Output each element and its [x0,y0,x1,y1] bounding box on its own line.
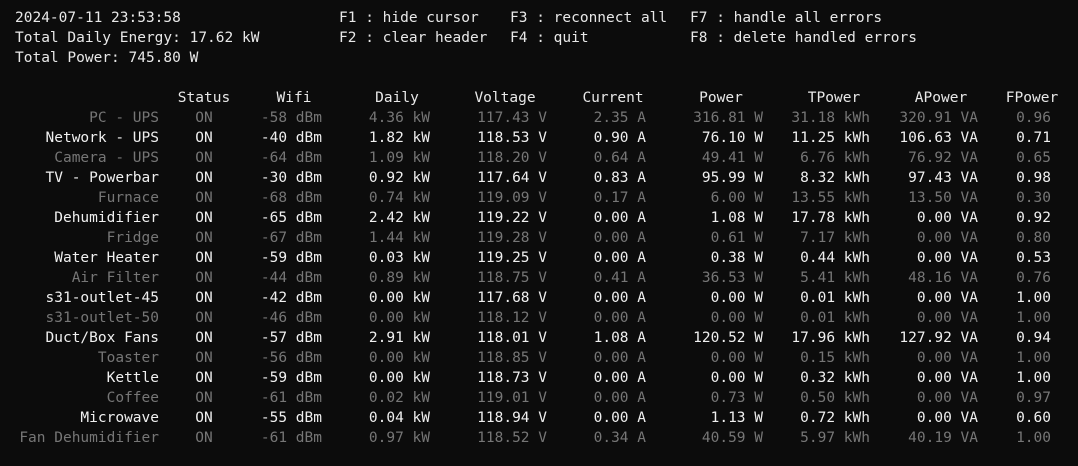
device-name: Duct/Box Fans [45,330,160,346]
cell-fpower: 0.30 [1016,190,1051,206]
cell-fpower: 0.71 [1016,130,1051,146]
cell-fpower: 0.96 [1016,110,1051,126]
cell-fpower: 0.60 [1016,410,1051,426]
column-header-fpower: FPower [1005,90,1059,106]
column-header-tpower: TPower [807,90,861,106]
device-name: s31-outlet-50 [45,310,160,326]
device-name: Water Heater [54,250,159,266]
device-name: Network - UPS [45,130,160,146]
hotkey-quit[interactable]: F4 : quit [510,28,589,48]
device-name: Coffee [106,390,159,406]
cell-fpower: 1.00 [1016,350,1051,366]
device-name: TV - Powerbar [45,170,160,186]
hotkey-delete-handled-errors[interactable]: F8 : delete handled errors [690,28,917,48]
hotkey-handle-all-errors[interactable]: F7 : handle all errors [690,8,882,28]
device-name: Kettle [106,370,159,386]
device-name: Furnace [97,190,159,206]
column-header-current: Current [582,90,644,106]
total-daily-energy: Total Daily Energy: 17.62 kW [15,30,260,46]
hotkey-clear-header[interactable]: F2 : clear header [339,28,487,48]
cell-fpower: 0.76 [1016,270,1051,286]
column-header-wifi: Wifi [276,90,312,106]
cell-fpower: 0.53 [1016,250,1051,266]
cell-fpower: 1.00 [1016,370,1051,386]
device-name: PC - UPS [89,110,159,126]
datetime: 2024-07-11 23:53:58 [15,10,181,26]
device-name: Air Filter [71,270,159,286]
column-header-voltage: Voltage [474,90,536,106]
column-header-power: Power [699,90,743,106]
cell-fpower: 0.92 [1016,210,1051,226]
device-name: Toaster [97,350,159,366]
hotkey-hide-cursor[interactable]: F1 : hide cursor [339,8,479,28]
cell-fpower: 0.80 [1016,230,1051,246]
cell-fpower: 0.94 [1016,330,1051,346]
column-header-daily: Daily [375,90,419,106]
cell-fpower: 1.00 [1016,430,1051,446]
device-name: Fan Dehumidifier [19,430,159,446]
cell-fpower: 1.00 [1016,310,1051,326]
device-name: Fridge [106,230,159,246]
total-power: Total Power: 745.80 W [15,50,199,66]
device-name: Camera - UPS [54,150,159,166]
hotkey-reconnect-all[interactable]: F3 : reconnect all [510,8,667,28]
device-name: Microwave [80,410,159,426]
cell-fpower: 1.00 [1016,290,1051,306]
cell-fpower: 0.65 [1016,150,1051,166]
device-name: s31-outlet-45 [45,290,160,306]
cell-fpower: 0.97 [1016,390,1051,406]
device-name: Dehumidifier [54,210,159,226]
cell-fpower: 0.98 [1016,170,1051,186]
